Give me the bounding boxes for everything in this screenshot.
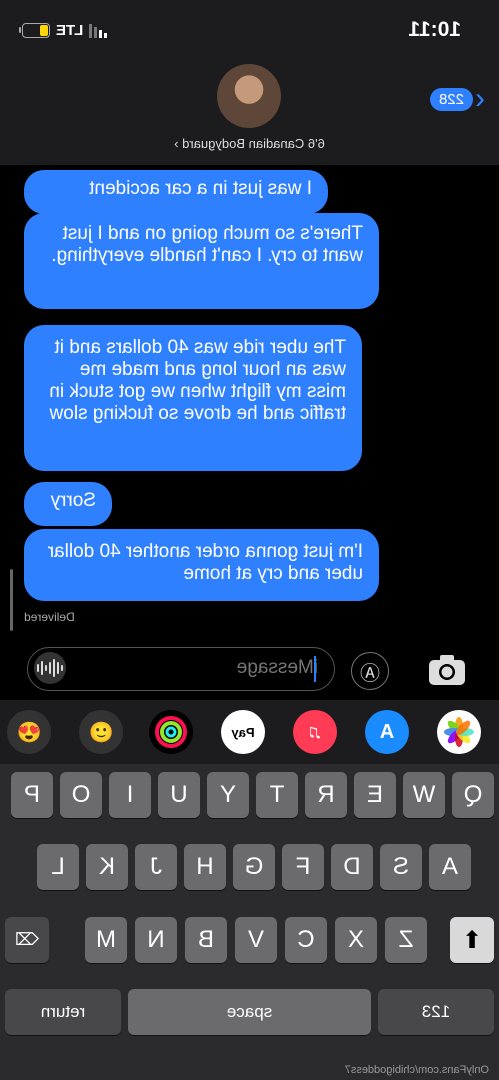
- camera-icon[interactable]: [427, 653, 467, 687]
- applepay-icon[interactable]: Pay: [221, 710, 265, 754]
- conversation-header: ‹ 228 6'6 Canadian Bodyguard ›: [0, 60, 499, 165]
- network-label: LTE: [56, 22, 84, 39]
- appstore-a-icon: Ⓐ: [360, 662, 380, 685]
- appstore-icon[interactable]: A: [365, 710, 409, 754]
- composer-bar: Ⓐ: [0, 645, 499, 700]
- imessage-app-drawer: A ♫ Pay 🙂 😍: [0, 700, 499, 764]
- message-text: Sorry: [50, 490, 96, 511]
- message-input[interactable]: [118, 657, 318, 679]
- space-key[interactable]: space: [128, 989, 371, 1035]
- delivered-status: Delivered: [24, 610, 75, 624]
- clock: 10:11: [408, 18, 461, 41]
- keyboard: QWERTYUIOP ASDFGHJKL ⬆ ZXCVBNM ⌫ 123 spa…: [0, 764, 499, 1080]
- key-d[interactable]: D: [331, 844, 373, 890]
- chevron-left-icon: ‹: [475, 82, 485, 115]
- key-e[interactable]: E: [354, 772, 396, 818]
- message-bubble[interactable]: I'm just gonna order another 40 dollar u…: [24, 529, 379, 601]
- message-bubble[interactable]: There's so much going on and I just want…: [24, 213, 379, 309]
- key-c[interactable]: C: [285, 917, 327, 963]
- backspace-key[interactable]: ⌫: [5, 917, 49, 963]
- key-l[interactable]: L: [37, 844, 79, 890]
- key-b[interactable]: B: [185, 917, 227, 963]
- key-w[interactable]: W: [403, 772, 445, 818]
- message-text: I was just in a car accident: [89, 178, 312, 199]
- key-g[interactable]: G: [233, 844, 275, 890]
- key-f[interactable]: F: [282, 844, 324, 890]
- back-button[interactable]: ‹ 228: [429, 82, 485, 115]
- numbers-key[interactable]: 123: [378, 989, 494, 1035]
- unread-badge: 228: [429, 87, 473, 111]
- app-store-button[interactable]: Ⓐ: [351, 652, 389, 690]
- key-u[interactable]: U: [158, 772, 200, 818]
- contact-avatar[interactable]: [217, 64, 281, 128]
- key-j[interactable]: J: [135, 844, 177, 890]
- key-h[interactable]: H: [184, 844, 226, 890]
- message-bubble[interactable]: The uber ride was 40 dollars and it was …: [24, 325, 362, 471]
- voice-message-icon[interactable]: [34, 652, 66, 684]
- emoji-stickers-icon[interactable]: 😍: [7, 710, 51, 754]
- key-y[interactable]: Y: [207, 772, 249, 818]
- shift-arrow-icon: ⬆: [461, 926, 483, 954]
- key-a[interactable]: A: [429, 844, 471, 890]
- battery-level: [40, 25, 48, 36]
- key-m[interactable]: M: [85, 917, 127, 963]
- activity-icon[interactable]: [149, 710, 193, 754]
- status-indicators: LTE: [22, 22, 108, 39]
- key-s[interactable]: S: [380, 844, 422, 890]
- key-v[interactable]: V: [235, 917, 277, 963]
- message-text: There's so much going on and I just want…: [51, 223, 363, 266]
- key-q[interactable]: Q: [452, 772, 494, 818]
- photos-icon[interactable]: [437, 710, 481, 754]
- message-bubble[interactable]: I was just in a car accident: [24, 170, 328, 214]
- signal-icon: [89, 23, 108, 38]
- memoji-icon[interactable]: 🙂: [79, 710, 123, 754]
- key-i[interactable]: I: [109, 772, 151, 818]
- message-text: The uber ride was 40 dollars and it was …: [49, 337, 346, 424]
- message-list[interactable]: I was just in a car accident There's so …: [0, 165, 499, 645]
- key-x[interactable]: X: [335, 917, 377, 963]
- key-r[interactable]: R: [305, 772, 347, 818]
- battery-icon: [22, 23, 50, 38]
- shift-key[interactable]: ⬆: [450, 917, 494, 963]
- status-bar: 10:11 LTE: [0, 0, 499, 60]
- key-z[interactable]: Z: [385, 917, 427, 963]
- text-caret: [314, 656, 316, 682]
- watermark: OnlyFans.com/chibigoddess7: [344, 1064, 489, 1076]
- return-key[interactable]: return: [5, 989, 121, 1035]
- key-o[interactable]: O: [60, 772, 102, 818]
- contact-name[interactable]: 6'6 Canadian Bodyguard ›: [0, 136, 499, 151]
- backspace-icon: ⌫: [14, 930, 40, 949]
- key-k[interactable]: K: [86, 844, 128, 890]
- music-icon[interactable]: ♫: [293, 710, 337, 754]
- key-t[interactable]: T: [256, 772, 298, 818]
- scrollbar[interactable]: [10, 569, 13, 631]
- message-field[interactable]: [27, 647, 335, 691]
- key-n[interactable]: N: [135, 917, 177, 963]
- message-bubble[interactable]: Sorry: [24, 482, 112, 526]
- applepay-label: Pay: [231, 724, 255, 740]
- key-p[interactable]: P: [11, 772, 53, 818]
- messages-screen: 10:11 LTE ‹ 228 6'6 Canadian Bodyguard ›…: [0, 0, 499, 1080]
- message-text: I'm just gonna order another 40 dollar u…: [47, 541, 363, 584]
